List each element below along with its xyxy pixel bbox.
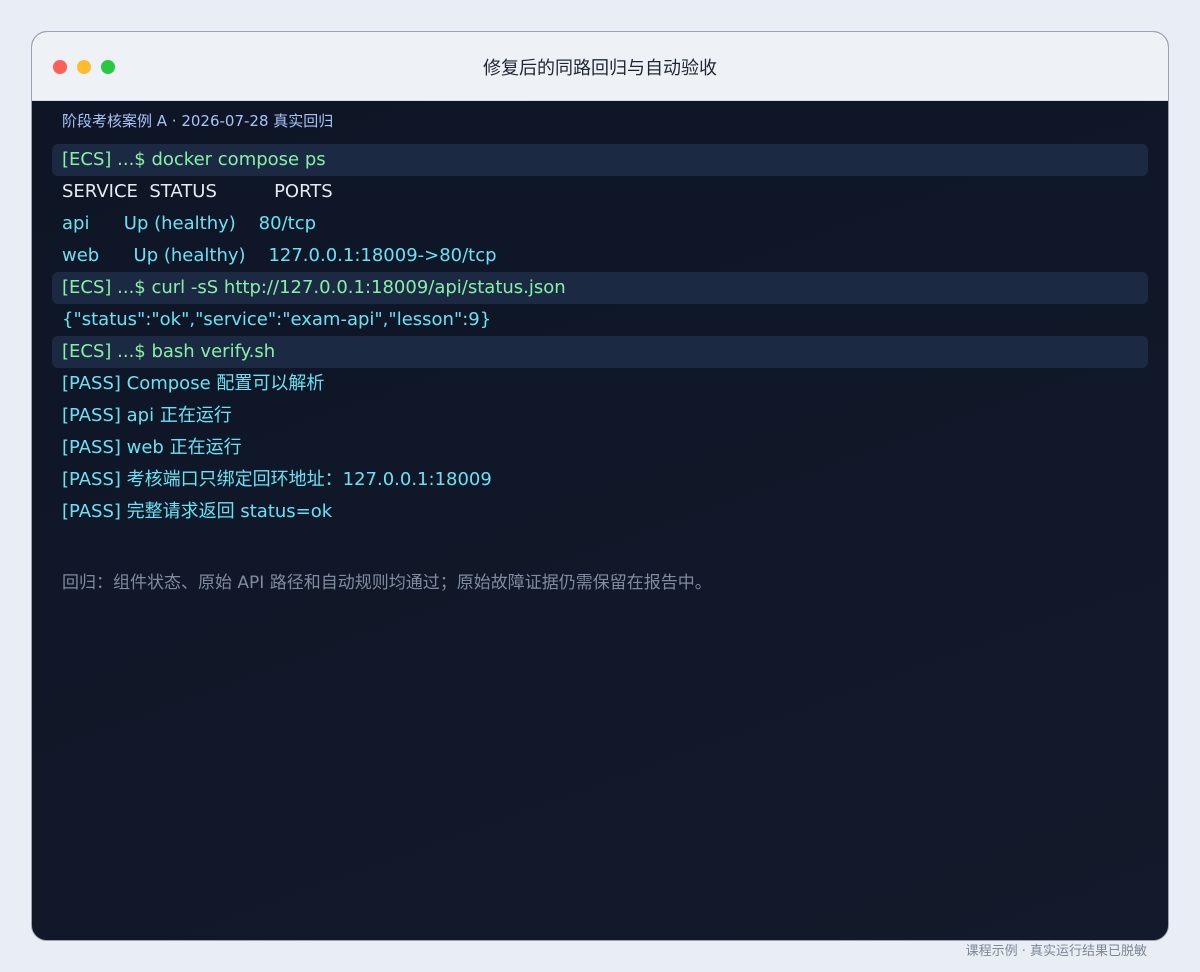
- terminal-lines: [ECS] ...$ docker compose ps SERVICE STA…: [52, 144, 1148, 528]
- window-title: 修复后的同路回归与自动验收: [483, 58, 717, 79]
- terminal-window: 修复后的同路回归与自动验收 阶段考核案例 A · 2026-07-28 真实回归…: [31, 31, 1169, 941]
- command-line: [ECS] ...$ curl -sS http://127.0.0.1:180…: [52, 272, 1148, 304]
- case-label: 阶段考核案例 A · 2026-07-28 真实回归: [62, 112, 334, 130]
- command-line: [ECS] ...$ bash verify.sh: [52, 336, 1148, 368]
- output-line: api Up (healthy) 80/tcp: [62, 213, 317, 234]
- pass-line: [PASS] api 正在运行: [62, 405, 232, 426]
- pass-line: [PASS] 完整请求返回 status=ok: [62, 501, 333, 522]
- title-bar: 修复后的同路回归与自动验收: [32, 32, 1168, 101]
- output-line: {"status":"ok","service":"exam-api","les…: [62, 309, 492, 330]
- summary-text: 回归：组件状态、原始 API 路径和自动规则均通过；原始故障证据仍需保留在报告中…: [62, 573, 712, 593]
- command-line: [ECS] ...$ docker compose ps: [52, 144, 1148, 176]
- pass-line: [PASS] Compose 配置可以解析: [62, 373, 325, 394]
- pass-line: [PASS] 考核端口只绑定回环地址：127.0.0.1:18009: [62, 469, 492, 490]
- output-header-line: SERVICE STATUS PORTS: [62, 181, 333, 202]
- output-line: web Up (healthy) 127.0.0.1:18009->80/tcp: [62, 245, 497, 266]
- footer-note: 课程示例 · 真实运行结果已脱敏: [965, 944, 1147, 959]
- terminal-content: 阶段考核案例 A · 2026-07-28 真实回归 [ECS] ...$ do…: [32, 101, 1168, 940]
- pass-line: [PASS] web 正在运行: [62, 437, 242, 458]
